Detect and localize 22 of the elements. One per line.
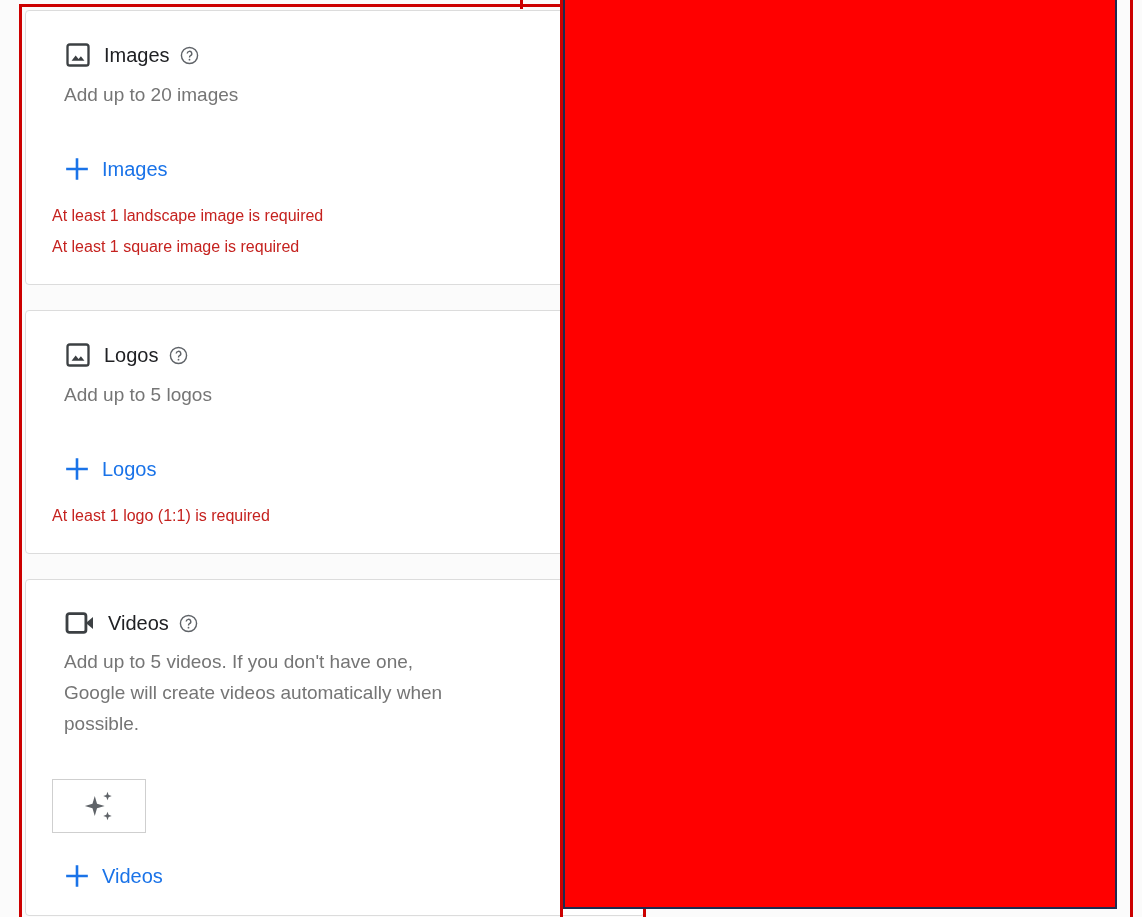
image-icon xyxy=(64,341,92,369)
error-message: At least 1 square image is required xyxy=(52,237,301,257)
section-description: Add up to 20 images xyxy=(64,83,240,107)
plus-icon xyxy=(64,156,90,182)
section-title: Videos xyxy=(108,611,169,635)
section-title: Images xyxy=(104,43,170,67)
video-camera-icon xyxy=(64,610,96,636)
plus-icon xyxy=(64,456,90,482)
section-title: Logos xyxy=(104,343,159,367)
image-icon xyxy=(64,41,92,69)
auto-video-tile[interactable] xyxy=(52,779,146,833)
plus-icon xyxy=(64,863,90,889)
section-description: Add up to 5 videos. If you don't have one, Google will create videos automatically when possible. xyxy=(64,650,444,736)
add-button[interactable]: Videos xyxy=(64,863,163,889)
help-icon[interactable] xyxy=(178,613,198,633)
add-button[interactable]: Logos xyxy=(64,456,157,482)
help-icon[interactable] xyxy=(179,45,199,65)
add-button[interactable]: Images xyxy=(64,156,168,182)
help-icon[interactable] xyxy=(168,345,188,365)
section-description: Add up to 5 logos xyxy=(64,383,213,407)
error-message: At least 1 landscape image is required xyxy=(52,206,325,226)
error-message: At least 1 logo (1:1) is required xyxy=(52,506,271,526)
